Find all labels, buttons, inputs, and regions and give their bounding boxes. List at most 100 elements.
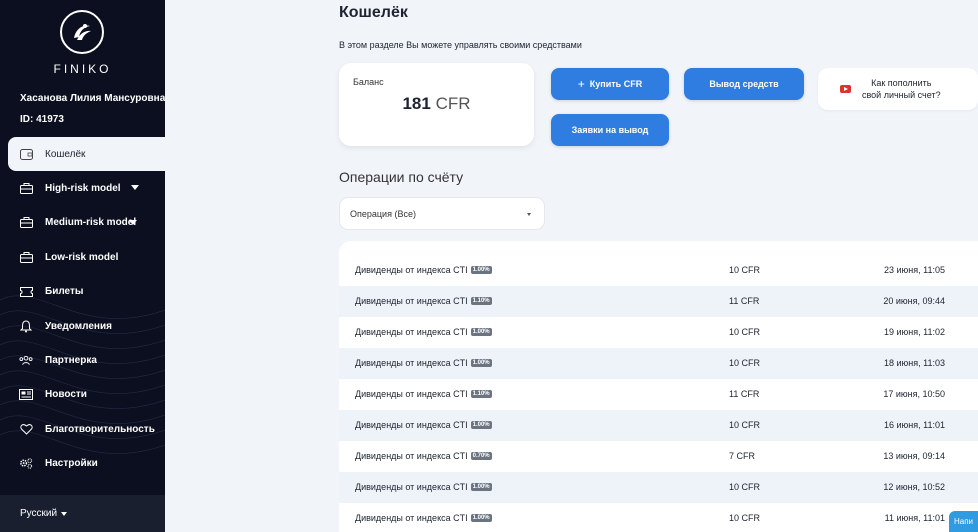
sidebar-item-label: Благотворительность xyxy=(45,423,155,435)
gears-icon xyxy=(19,457,33,471)
table-row: Дивиденды от индекса CTI 1.00% 10 CFR 18 ию… xyxy=(339,348,978,379)
operation-text: Дивиденды от индекса CTI xyxy=(355,482,468,492)
balance-card: Баланс 181 CFR xyxy=(339,63,534,146)
operation-text: Дивиденды от индекса CTI xyxy=(355,389,468,399)
operation-description: Дивиденды от индекса CTI 1.00% xyxy=(355,265,492,275)
withdraw-requests-button[interactable]: Заявки на вывод xyxy=(551,114,669,146)
operation-date: 23 июня, 11:05 xyxy=(884,265,945,275)
operations-table: Дивиденды от индекса CTI 1.00% 10 CFR 23 ию… xyxy=(339,241,978,532)
sidebar-item-high-risk[interactable]: High-risk model xyxy=(0,171,165,205)
newspaper-icon xyxy=(19,388,33,402)
operation-amount: 11 CFR xyxy=(729,389,760,399)
sidebar-item-partners[interactable]: Партнерка xyxy=(0,343,165,377)
briefcase-icon xyxy=(19,182,33,196)
operation-date: 12 июня, 10:52 xyxy=(883,482,945,492)
wallet-icon xyxy=(19,147,33,161)
operation-amount: 10 CFR xyxy=(729,513,761,523)
percent-badge: 1.00% xyxy=(470,421,492,429)
operation-date: 19 июня, 11:02 xyxy=(884,327,945,337)
operation-description: Дивиденды от индекса CTI 1.10% xyxy=(355,389,492,399)
operation-text: Дивиденды от индекса CTI xyxy=(355,420,468,430)
table-row: Дивиденды от индекса CTI 1.00% 10 CFR 11 ию… xyxy=(339,503,978,532)
operation-filter-select[interactable]: Операция (Все) xyxy=(339,197,545,230)
sidebar-item-label: Low-risk model xyxy=(45,251,119,263)
user-name: Хасанова Лилия Мансуровна xyxy=(20,93,165,104)
operation-amount: 10 CFR xyxy=(729,420,761,430)
sidebar-item-settings[interactable]: Настройки xyxy=(0,447,165,481)
chevron-down-icon xyxy=(527,213,531,216)
operation-text: Дивиденды от индекса CTI xyxy=(355,296,468,306)
sidebar-item-label: Уведомления xyxy=(45,320,112,332)
table-row: Дивиденды от индекса CTI 1.00% 10 CFR 12 ию… xyxy=(339,472,978,503)
finiko-logo[interactable] xyxy=(60,10,104,54)
balance-label: Баланс xyxy=(353,77,384,87)
table-row: Дивиденды от индекса CTI 1.00% 10 CFR 23 ию… xyxy=(339,255,978,286)
operation-text: Дивиденды от индекса CTI xyxy=(355,265,468,275)
briefcase-icon xyxy=(19,250,33,264)
percent-badge: 1.00% xyxy=(470,483,492,491)
brand-name: FINIKO xyxy=(53,62,112,76)
chevron-down-icon xyxy=(129,219,137,225)
percent-badge: 1.00% xyxy=(470,359,492,367)
balance-value: 181 CFR xyxy=(339,94,534,114)
operation-amount: 10 CFR xyxy=(729,265,761,275)
operation-description: Дивиденды от индекса CTI 1.00% xyxy=(355,327,492,337)
operation-amount: 11 CFR xyxy=(729,296,760,306)
operation-date: 16 июня, 11:01 xyxy=(884,420,945,430)
sidebar-item-notifications[interactable]: Уведомления xyxy=(0,309,165,343)
sidebar-item-news[interactable]: Новости xyxy=(0,378,165,412)
sidebar-item-label: Билеты xyxy=(45,286,84,298)
operation-date: 17 июня, 10:50 xyxy=(883,389,945,399)
sidebar-item-label: Партнерка xyxy=(45,355,97,367)
sidebar: FINIKO Хасанова Лилия Мансуровна ID: 419… xyxy=(0,0,165,532)
page-description: В этом разделе Вы можете управлять своим… xyxy=(339,40,582,50)
chevron-down-icon xyxy=(61,511,68,516)
table-row: Дивиденды от индекса CTI 1.10% 11 CFR 17 ию… xyxy=(339,379,978,410)
percent-badge: 1.00% xyxy=(470,514,492,522)
operation-description: Дивиденды от индекса CTI 1.00% xyxy=(355,358,492,368)
sidebar-item-tickets[interactable]: Билеты xyxy=(0,275,165,309)
page-title: Кошелёк xyxy=(339,4,408,21)
operation-description: Дивиденды от индекса CTI 1.00% xyxy=(355,420,492,430)
operation-description: Дивиденды от индекса CTI 1.00% xyxy=(355,513,492,523)
chat-button-label: Напи xyxy=(953,517,974,526)
operation-text: Дивиденды от индекса CTI xyxy=(355,327,468,337)
user-id: ID: 41973 xyxy=(20,114,64,125)
percent-badge: 1.00% xyxy=(470,328,492,336)
briefcase-icon xyxy=(19,216,33,230)
table-row: Дивиденды от индекса CTI 1.10% 11 CFR 20 ию… xyxy=(339,286,978,317)
logo-emblem-icon xyxy=(74,24,91,40)
buy-cfr-button[interactable]: + Купить CFR xyxy=(551,68,669,100)
buy-cfr-label: Купить CFR xyxy=(589,79,643,89)
balance-currency: CFR xyxy=(435,94,471,113)
sidebar-item-medium-risk[interactable]: Medium-risk model xyxy=(0,206,165,240)
operation-description: Дивиденды от индекса CTI 1.10% xyxy=(355,296,492,306)
language-selector[interactable]: Русский xyxy=(0,495,165,532)
withdraw-button[interactable]: Вывод средств xyxy=(684,68,804,100)
sidebar-item-label: Новости xyxy=(45,389,87,401)
table-row: Дивиденды от индекса CTI 0.70% 7 CFR 13 июн… xyxy=(339,441,978,472)
sidebar-nav: Кошелёк High-risk model Medium-risk mode… xyxy=(0,137,165,481)
operation-description: Дивиденды от индекса CTI 1.00% xyxy=(355,482,492,492)
topup-help-link[interactable]: Как пополнить свой личный счет? xyxy=(818,68,978,110)
bell-icon xyxy=(19,319,33,333)
percent-badge: 1.00% xyxy=(470,266,492,274)
plus-icon: + xyxy=(577,77,585,91)
ticket-icon xyxy=(19,285,33,299)
operation-text: Дивиденды от индекса CTI xyxy=(355,358,468,368)
operation-date: 11 июня, 11:01 xyxy=(884,513,945,523)
operation-description: Дивиденды от индекса CTI 0.70% xyxy=(355,451,492,461)
operation-date: 20 июня, 09:44 xyxy=(883,296,945,306)
operation-text: Дивиденды от индекса CTI xyxy=(355,451,468,461)
operation-filter-value: Операция (Все) xyxy=(350,208,416,219)
operation-amount: 10 CFR xyxy=(729,327,761,337)
percent-badge: 0.70% xyxy=(470,452,492,460)
sidebar-item-low-risk[interactable]: Low-risk model xyxy=(0,240,165,274)
operation-amount: 7 CFR xyxy=(729,451,756,461)
sidebar-item-wallet[interactable]: Кошелёк xyxy=(8,137,165,172)
chat-button[interactable]: Напи xyxy=(949,511,978,532)
sidebar-item-charity[interactable]: Благотворительность xyxy=(0,412,165,446)
help-text: Как пополнить свой личный счет? xyxy=(862,77,941,101)
help-line-1: Как пополнить xyxy=(871,78,932,88)
sidebar-item-label: Кошелёк xyxy=(45,148,86,160)
